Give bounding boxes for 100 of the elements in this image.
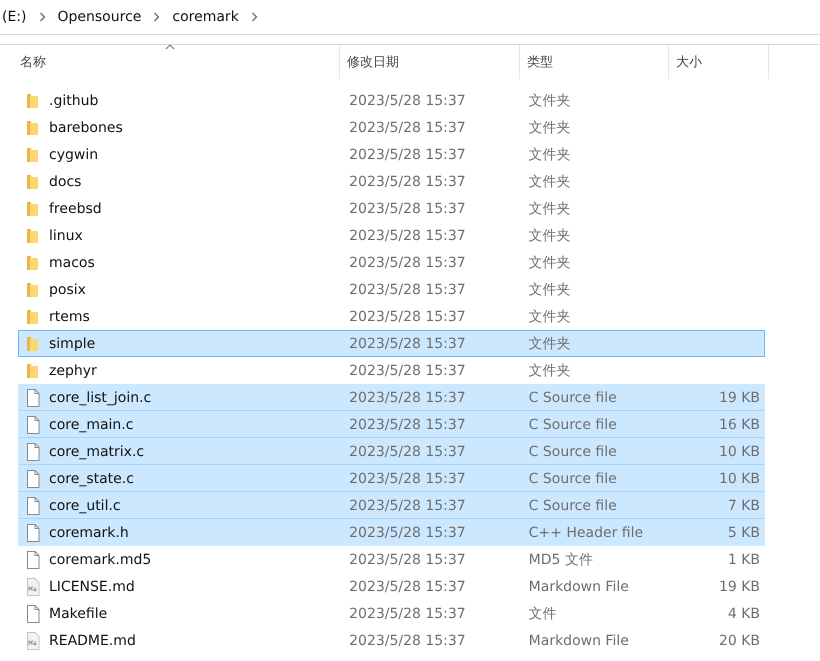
file-size: 7 KB	[728, 498, 760, 514]
file-size: 10 KB	[718, 470, 760, 486]
file-name: core_list_join.c	[49, 390, 152, 406]
file-type: C Source file	[528, 390, 617, 406]
file-type: Markdown File	[528, 578, 629, 594]
folder-icon	[25, 254, 41, 270]
file-size: 10 KB	[718, 444, 760, 460]
file-type: 文件	[528, 604, 557, 622]
file-row[interactable]: core_util.c 2023/5/28 15:37 C Source file 7 KB	[18, 492, 765, 519]
folder-icon	[25, 336, 41, 352]
folder-icon	[25, 362, 41, 378]
document-icon	[25, 442, 41, 460]
breadcrumb-item[interactable]: Opensource	[58, 9, 142, 25]
file-name: Makefile	[49, 606, 108, 622]
file-row[interactable]: simple 2023/5/28 15:37 文件夹	[18, 330, 765, 357]
column-header[interactable]: 类型	[520, 45, 669, 79]
folder-icon	[25, 228, 41, 244]
modified-date: 2023/5/28 15:37	[349, 254, 466, 270]
file-name: macos	[49, 254, 95, 270]
file-name: cygwin	[49, 146, 98, 162]
file-size: 4 KB	[728, 606, 760, 622]
modified-date: 2023/5/28 15:37	[349, 200, 466, 216]
file-name: simple	[49, 336, 96, 352]
document-icon	[25, 388, 41, 406]
modified-date: 2023/5/28 15:37	[349, 498, 466, 514]
file-type: 文件夹	[528, 92, 571, 110]
file-size: 19 KB	[718, 390, 760, 406]
chevron-right-icon[interactable]	[153, 12, 160, 22]
file-type: 文件夹	[528, 172, 571, 190]
folder-icon	[25, 308, 41, 324]
column-header[interactable]: 大小	[669, 45, 769, 79]
file-type: 文件夹	[528, 146, 571, 164]
modified-date: 2023/5/28 15:37	[349, 146, 466, 162]
file-type: C++ Header file	[528, 524, 644, 540]
document-icon	[25, 496, 41, 514]
file-type: C Source file	[528, 498, 617, 514]
file-row[interactable]: macos 2023/5/28 15:37 文件夹	[18, 249, 765, 276]
markdown-file-icon	[25, 632, 41, 650]
file-row[interactable]: zephyr 2023/5/28 15:37 文件夹	[18, 357, 765, 384]
modified-date: 2023/5/28 15:37	[349, 336, 466, 352]
file-name: linux	[49, 228, 83, 244]
file-row[interactable]: Makefile 2023/5/28 15:37 文件 4 KB	[18, 600, 765, 627]
file-type: 文件夹	[528, 280, 571, 298]
file-name: freebsd	[49, 200, 102, 216]
file-type: C Source file	[528, 416, 617, 432]
chevron-right-icon[interactable]	[38, 12, 46, 22]
file-row[interactable]: rtems 2023/5/28 15:37 文件夹	[18, 303, 765, 330]
file-row[interactable]: README.md 2023/5/28 15:37 Markdown File 20 KB	[18, 627, 765, 654]
sort-caret-icon	[164, 44, 174, 50]
file-type: 文件夹	[528, 334, 571, 352]
file-row[interactable]: freebsd 2023/5/28 15:37 文件夹	[18, 195, 765, 222]
file-name: coremark.md5	[49, 552, 152, 568]
modified-date: 2023/5/28 15:37	[349, 524, 466, 540]
modified-date: 2023/5/28 15:37	[349, 308, 466, 324]
file-row[interactable]: core_matrix.c 2023/5/28 15:37 C Source file 10 KB	[18, 438, 765, 465]
file-name: core_util.c	[49, 498, 121, 514]
modified-date: 2023/5/28 15:37	[349, 120, 466, 136]
modified-date: 2023/5/28 15:37	[349, 470, 466, 486]
file-row[interactable]: barebones 2023/5/28 15:37 文件夹	[18, 114, 765, 141]
breadcrumb-item[interactable]: (E:)	[2, 9, 26, 25]
file-row[interactable]: coremark.h 2023/5/28 15:37 C++ Header file 5 KB	[18, 519, 765, 546]
modified-date: 2023/5/28 15:37	[349, 362, 466, 378]
column-header[interactable]: 修改日期	[340, 45, 520, 79]
modified-date: 2023/5/28 15:37	[349, 416, 466, 432]
folder-icon	[25, 146, 41, 162]
file-name: core_state.c	[49, 470, 134, 486]
file-type: 文件夹	[528, 254, 571, 272]
file-row[interactable]: core_main.c 2023/5/28 15:37 C Source file 16 KB	[18, 411, 765, 438]
file-name: coremark.h	[49, 524, 129, 540]
file-row[interactable]: linux 2023/5/28 15:37 文件夹	[18, 222, 765, 249]
file-name: core_matrix.c	[49, 444, 144, 460]
file-size: 20 KB	[718, 632, 760, 648]
chevron-right-icon[interactable]	[250, 12, 258, 22]
file-row[interactable]: docs 2023/5/28 15:37 文件夹	[18, 168, 765, 195]
file-type: 文件夹	[528, 362, 571, 380]
file-row[interactable]: cygwin 2023/5/28 15:37 文件夹	[18, 141, 765, 168]
file-row[interactable]: .github 2023/5/28 15:37 文件夹	[18, 87, 765, 114]
markdown-file-icon	[25, 578, 41, 596]
file-row[interactable]: LICENSE.md 2023/5/28 15:37 Markdown File 19 KB	[18, 573, 765, 600]
breadcrumb-item[interactable]: coremark	[172, 9, 239, 25]
modified-date: 2023/5/28 15:37	[349, 92, 466, 108]
file-row[interactable]: core_state.c 2023/5/28 15:37 C Source file 10 KB	[18, 465, 765, 492]
file-name: .github	[49, 92, 98, 108]
file-type: 文件夹	[528, 118, 571, 136]
modified-date: 2023/5/28 15:37	[349, 444, 466, 460]
file-name: barebones	[49, 120, 123, 136]
folder-icon	[25, 282, 41, 298]
file-row[interactable]: coremark.md5 2023/5/28 15:37 MD5 文件 1 KB	[18, 546, 765, 573]
file-row[interactable]: posix 2023/5/28 15:37 文件夹	[18, 276, 765, 303]
file-size: 5 KB	[728, 524, 760, 540]
folder-icon	[25, 174, 41, 190]
file-name: LICENSE.md	[49, 578, 135, 594]
file-name: zephyr	[49, 362, 97, 378]
folder-icon	[25, 92, 41, 108]
file-row[interactable]: core_list_join.c 2023/5/28 15:37 C Source file 19 KB	[18, 384, 765, 411]
column-header[interactable]: 名称	[0, 45, 340, 79]
document-icon	[25, 604, 41, 622]
file-type: C Source file	[528, 444, 617, 460]
modified-date: 2023/5/28 15:37	[349, 606, 466, 622]
file-name: docs	[49, 174, 82, 190]
